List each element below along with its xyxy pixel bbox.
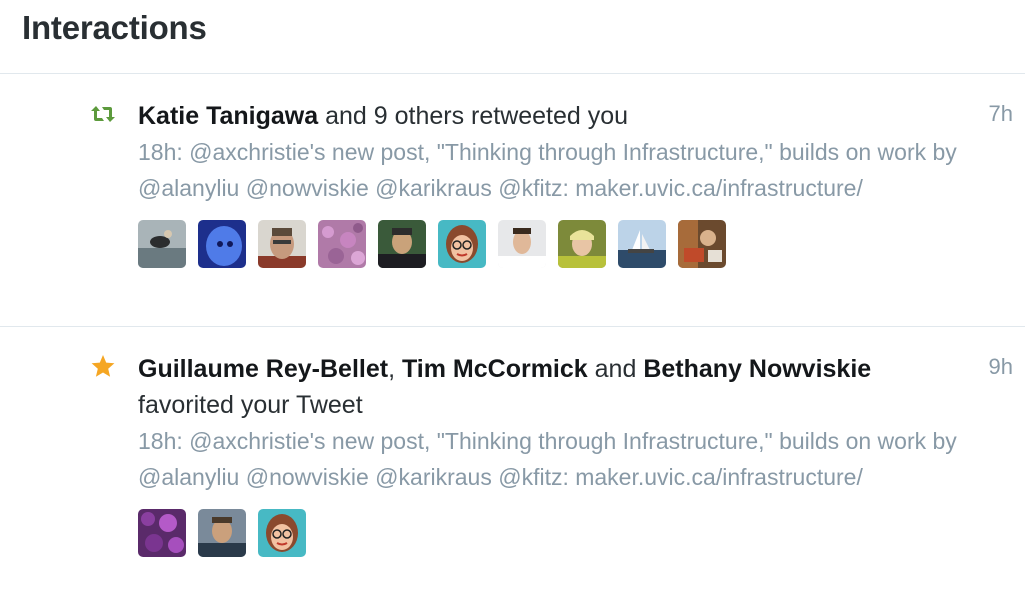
actor-link[interactable]: Guillaume Rey-Bellet <box>138 355 388 383</box>
separator: and <box>587 355 644 383</box>
avatar[interactable] <box>198 220 246 268</box>
avatar[interactable] <box>138 509 186 557</box>
avatar-list <box>138 509 978 557</box>
page-title: Interactions <box>22 9 207 46</box>
interaction-headline: Guillaume Rey-Bellet, Tim McCormick and … <box>138 351 968 423</box>
avatar[interactable] <box>378 220 426 268</box>
interaction-item[interactable]: Guillaume Rey-Bellet, Tim McCormick and … <box>0 327 1025 603</box>
interaction-headline: Katie Tanigawa and 9 others retweeted yo… <box>138 98 968 134</box>
avatar[interactable] <box>438 220 486 268</box>
avatar[interactable] <box>678 220 726 268</box>
action-text: favorited your Tweet <box>138 391 363 419</box>
timestamp[interactable]: 9h <box>989 354 1013 380</box>
avatar[interactable] <box>198 509 246 557</box>
avatar[interactable] <box>258 220 306 268</box>
page-header: Interactions <box>0 0 1025 74</box>
avatar[interactable] <box>138 220 186 268</box>
avatar[interactable] <box>318 220 366 268</box>
avatar[interactable] <box>618 220 666 268</box>
actor-link[interactable]: Tim McCormick <box>402 355 588 383</box>
interaction-item[interactable]: Katie Tanigawa and 9 others retweeted yo… <box>0 74 1025 327</box>
interaction-content: Katie Tanigawa and 9 others retweeted yo… <box>138 98 978 268</box>
timestamp[interactable]: 7h <box>989 101 1013 127</box>
actor-link[interactable]: Katie Tanigawa <box>138 102 318 130</box>
avatar[interactable] <box>498 220 546 268</box>
separator: , <box>388 355 402 383</box>
avatar[interactable] <box>258 509 306 557</box>
actor-link[interactable]: Bethany Nowviskie <box>643 355 871 383</box>
retweet-icon <box>90 102 116 126</box>
interaction-content: Guillaume Rey-Bellet, Tim McCormick and … <box>138 351 978 557</box>
avatar-list <box>138 220 978 268</box>
avatar[interactable] <box>558 220 606 268</box>
tweet-text[interactable]: 18h: @axchristie's new post, "Thinking t… <box>138 423 978 495</box>
star-icon <box>90 354 116 378</box>
tweet-text[interactable]: 18h: @axchristie's new post, "Thinking t… <box>138 134 978 206</box>
action-text: and 9 others retweeted you <box>318 102 629 130</box>
